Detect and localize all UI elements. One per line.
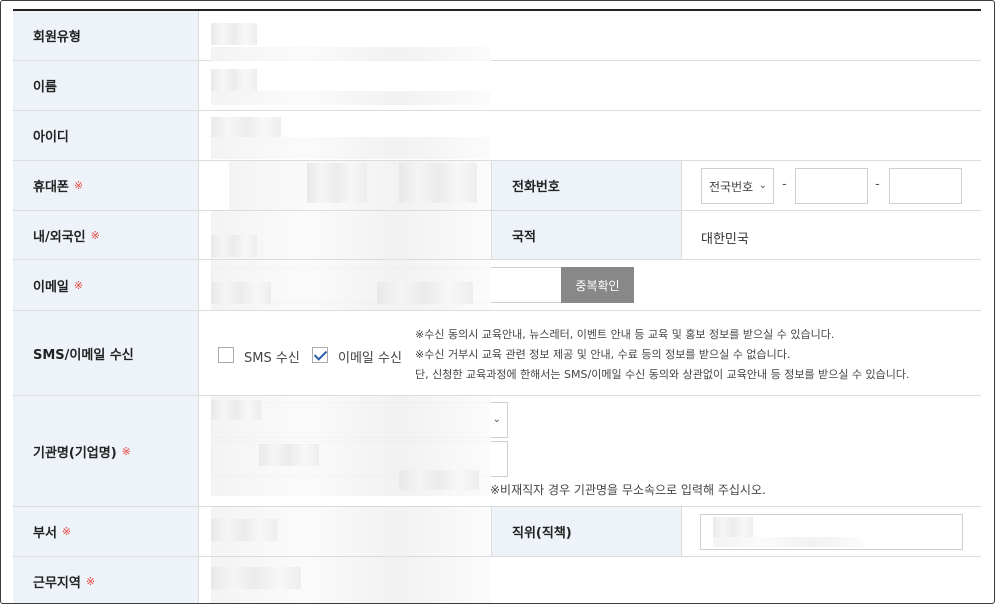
row-mobile-phone: 휴대폰 ※ 전화번호 전국번호 ⌄ - - <box>13 161 981 211</box>
phone-area-select[interactable]: 전국번호 ⌄ <box>701 168 774 204</box>
required-mark: ※ <box>73 278 84 292</box>
chevron-down-icon: ⌄ <box>758 180 767 191</box>
country-value: 대한민국 <box>701 232 749 247</box>
consent-note: ※수신 거부시 교육 관련 정보 제공 및 안내, 수료 등의 정보를 받으실 … <box>415 348 791 361</box>
row-user-id: 아이디 <box>13 111 981 161</box>
consent-note: 단, 신청한 교육과정에 한해서는 SMS/이메일 수신 동의와 상관없이 교육… <box>415 368 910 381</box>
member-info-form: 회원유형 이름 아이디 휴대폰 ※ 전화번호 전국번호 ⌄ - - 내/외국인 … <box>13 11 981 603</box>
phone-label: 전화번호 <box>491 161 682 210</box>
required-mark: ※ <box>85 574 96 588</box>
email-consent-checkbox[interactable] <box>312 347 328 363</box>
row-consent: SMS/이메일 수신 SMS 수신 이메일 수신 ※수신 동의시 교육안내, 뉴… <box>13 311 981 396</box>
organization-note: ※비재직자 경우 기관명을 무소속으로 입력해 주십시오. <box>490 483 766 497</box>
country-label: 국적 <box>491 211 682 259</box>
consent-value: SMS 수신 이메일 수신 ※수신 동의시 교육안내, 뉴스레터, 이벤트 안내… <box>199 311 981 395</box>
email-consent-label: 이메일 수신 <box>338 351 402 366</box>
phone-separator: - <box>782 177 787 192</box>
position-label: 직위(직책) <box>491 507 682 556</box>
row-name: 이름 <box>13 47 981 111</box>
email-label: 이메일 ※ <box>13 260 199 310</box>
organization-label: 기관명(기업명) ※ <box>13 396 199 506</box>
user-id-label: 아이디 <box>13 111 199 160</box>
phone-last-input[interactable] <box>889 168 962 204</box>
sms-consent-label: SMS 수신 <box>244 351 300 366</box>
name-label: 이름 <box>13 61 199 110</box>
row-email: 이메일 ※ 중복확인 <box>13 260 981 311</box>
required-mark: ※ <box>121 444 131 458</box>
consent-label: SMS/이메일 수신 <box>13 311 199 395</box>
phone-middle-input[interactable] <box>795 168 868 204</box>
mobile-label: 휴대폰 ※ <box>13 161 199 210</box>
position-input[interactable] <box>700 514 963 550</box>
row-nationality: 내/외국인 ※ 국적 대한민국 <box>13 211 981 260</box>
row-member-type: 회원유형 <box>13 11 981 61</box>
row-organization: 기관명(기업명) ※ ⌄ ※비재직자 경우 기관명을 무소속으로 입력해 주십시오… <box>13 396 981 507</box>
name-value <box>199 47 981 110</box>
user-id-value <box>199 111 981 160</box>
required-mark: ※ <box>90 228 100 242</box>
nationality-type-label: 내/외국인 ※ <box>13 211 199 259</box>
work-region-value <box>199 557 981 603</box>
member-type-label: 회원유형 <box>13 11 199 60</box>
email-duplicate-check-button[interactable]: 중복확인 <box>561 267 634 303</box>
consent-notes: ※수신 동의시 교육안내, 뉴스레터, 이벤트 안내 등 교육 및 홍보 정보를… <box>415 325 910 385</box>
organization-value: ⌄ ※비재직자 경우 기관명을 무소속으로 입력해 주십시오. <box>199 396 981 506</box>
required-mark: ※ <box>61 525 72 538</box>
consent-note: ※수신 동의시 교육안내, 뉴스레터, 이벤트 안내 등 교육 및 홍보 정보를… <box>415 328 835 341</box>
required-mark: ※ <box>73 179 84 192</box>
row-department-position: 부서 ※ 직위(직책) <box>13 507 981 557</box>
phone-separator: - <box>875 177 880 192</box>
row-work-region: 근무지역 ※ <box>13 557 981 603</box>
chevron-down-icon: ⌄ <box>492 414 501 425</box>
sms-consent-checkbox[interactable] <box>218 347 234 363</box>
department-label: 부서 ※ <box>13 507 199 556</box>
form-window: 회원유형 이름 아이디 휴대폰 ※ 전화번호 전국번호 ⌄ - - 내/외국인 … <box>0 0 995 604</box>
work-region-label: 근무지역 ※ <box>13 557 199 603</box>
